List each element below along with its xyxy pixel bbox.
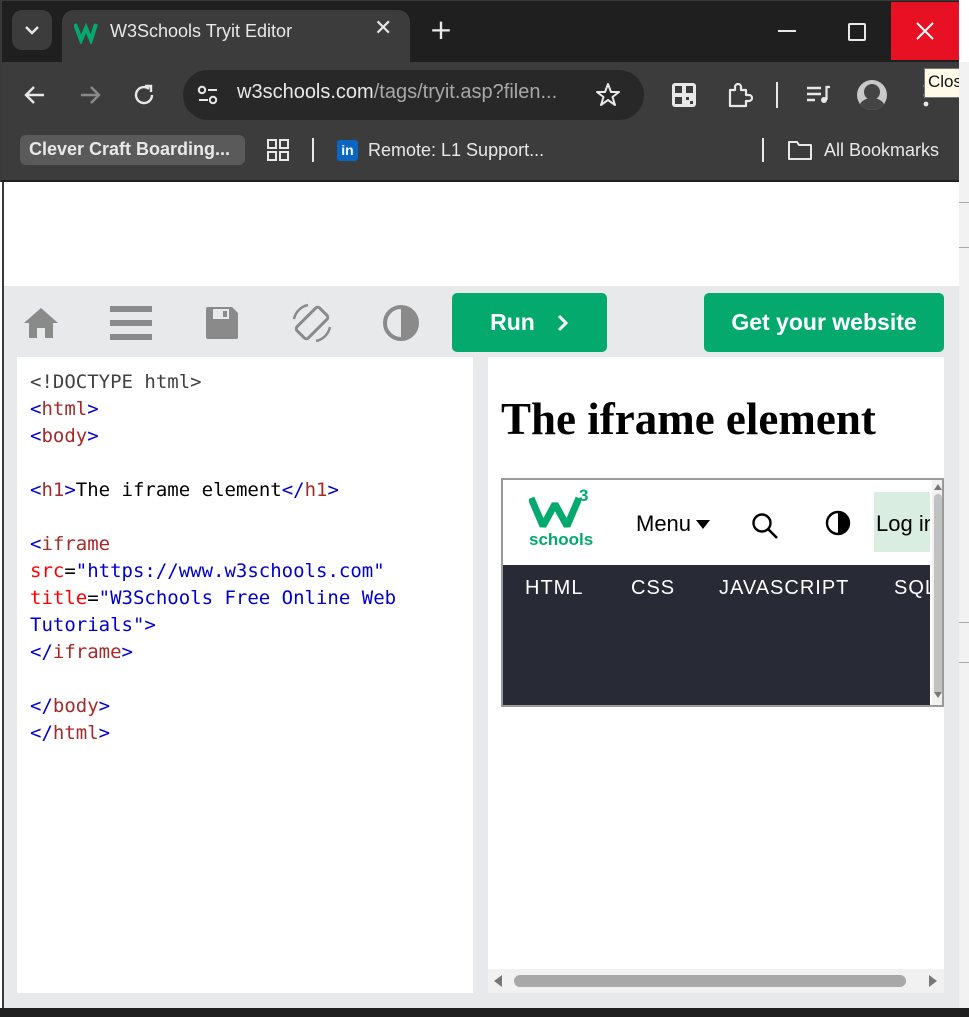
code-text[interactable]: <!DOCTYPE html> <html> <body> <h1>The if… (30, 369, 396, 747)
w3schools-favicon-icon (74, 22, 98, 44)
tab-search-button[interactable] (12, 10, 52, 50)
home-button[interactable] (20, 302, 62, 344)
folder-icon (788, 141, 812, 160)
forward-icon[interactable] (77, 82, 103, 108)
nav-sql[interactable]: SQL (894, 577, 937, 600)
tab-close-icon[interactable]: ✕ (374, 16, 392, 41)
extensions-icon[interactable] (725, 81, 753, 109)
caret-down-icon (696, 519, 711, 529)
run-button[interactable]: Run (452, 293, 607, 352)
result-horizontal-scrollbar[interactable] (488, 969, 944, 993)
contrast-icon (383, 305, 419, 341)
background-window-strip (959, 62, 969, 1017)
bookmark-star-icon[interactable] (595, 82, 621, 108)
scroll-left-icon[interactable] (494, 975, 502, 987)
maximize-icon[interactable] (848, 23, 866, 41)
scrollbar-thumb[interactable] (934, 494, 942, 694)
iframe-vertical-scrollbar[interactable] (932, 480, 942, 705)
page-top-blank (2, 182, 959, 286)
embedded-iframe[interactable]: 3 schools Menu Log in HTML CSS JAVASCRIP… (501, 478, 944, 707)
minimize-icon[interactable] (778, 30, 796, 32)
bookmark-remote-l1[interactable]: Remote: L1 Support... (368, 140, 544, 161)
dark-mode-icon[interactable] (825, 510, 851, 536)
save-icon (206, 307, 238, 339)
rotate-layout-button[interactable] (289, 300, 335, 346)
get-your-website-button[interactable]: Get your website (704, 293, 944, 352)
scrollbar-thumb[interactable] (514, 975, 906, 987)
qr-code-icon[interactable] (671, 82, 697, 108)
scroll-down-icon[interactable] (934, 692, 942, 698)
all-bookmarks[interactable]: All Bookmarks (824, 140, 939, 161)
save-button[interactable] (201, 302, 243, 344)
scroll-right-icon[interactable] (929, 975, 937, 987)
nav-javascript[interactable]: JAVASCRIPT (719, 577, 849, 600)
bookmarks-divider (762, 138, 764, 162)
chevron-right-icon (557, 314, 568, 331)
apps-grid-icon[interactable] (267, 139, 289, 161)
linkedin-icon: in (337, 140, 358, 161)
menu-dropdown[interactable]: Menu (636, 511, 711, 537)
hamburger-menu-icon (110, 306, 152, 340)
login-button[interactable]: Log in (874, 492, 930, 552)
nav-html[interactable]: HTML (525, 577, 583, 600)
w3-topnav: HTML CSS JAVASCRIPT SQL (503, 565, 936, 705)
new-tab-icon[interactable]: + (426, 14, 456, 46)
taskbar-edge (0, 1008, 969, 1017)
home-icon (24, 308, 58, 338)
tab-title: W3Schools Tryit Editor (110, 21, 293, 41)
close-icon (916, 22, 934, 40)
w3-header: 3 schools Menu Log in (503, 480, 930, 565)
search-icon[interactable] (751, 512, 779, 540)
profile-avatar[interactable] (857, 80, 887, 110)
toolbar-divider (776, 82, 778, 108)
bookmark-clever-craft[interactable]: Clever Craft Boarding... (20, 135, 245, 165)
w3-logo-icon (529, 496, 581, 528)
site-info-icon[interactable] (196, 84, 220, 106)
nav-css[interactable]: CSS (631, 577, 675, 600)
rotate-icon (292, 303, 332, 343)
reload-icon[interactable] (131, 82, 157, 108)
result-heading: The iframe element (501, 394, 876, 444)
url-text: w3schools.com/tags/tryit.asp?filen... (237, 81, 558, 103)
window-close-button[interactable] (891, 2, 959, 60)
scroll-up-icon[interactable] (934, 484, 942, 490)
back-icon[interactable] (22, 82, 48, 108)
theme-toggle-button[interactable] (380, 302, 422, 344)
result-panel: The iframe element 3 schools Menu Log in… (488, 357, 944, 993)
active-tab[interactable]: W3Schools Tryit Editor ✕ (62, 10, 410, 62)
w3schools-logo[interactable]: 3 schools (529, 486, 599, 552)
menu-button[interactable] (108, 302, 154, 344)
media-controls-icon[interactable] (805, 84, 831, 106)
code-editor[interactable]: <!DOCTYPE html> <html> <body> <h1>The if… (17, 357, 473, 993)
chevron-down-icon (25, 26, 39, 35)
bookmarks-divider (312, 138, 314, 162)
